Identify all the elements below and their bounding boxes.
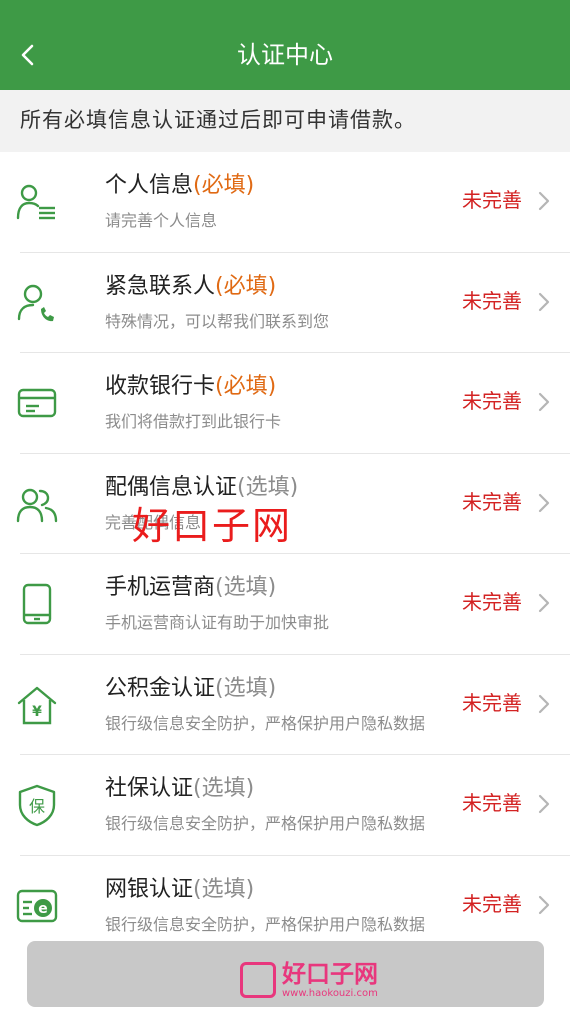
chevron-right-icon	[538, 593, 550, 613]
item-title: 紧急联系人(必填)	[105, 271, 276, 303]
verification-item-emergency[interactable]: 紧急联系人(必填) 特殊情况，可以帮我们联系到您 未完善	[0, 253, 570, 354]
item-status: 未完善	[462, 389, 522, 413]
mobile-phone-icon	[22, 583, 52, 625]
logo-mark-icon	[240, 962, 276, 998]
verification-item-carrier[interactable]: 手机运营商(选填) 手机运营商认证有助于加快审批 未完善	[0, 554, 570, 655]
item-tag: (必填)	[215, 374, 277, 399]
item-title-text: 公积金认证	[105, 675, 216, 701]
item-title: 收款银行卡(必填)	[105, 371, 276, 403]
logo-text: 好口子网	[282, 960, 378, 988]
watermark: 好口子网	[132, 504, 293, 548]
bank-card-icon	[17, 388, 57, 418]
item-title-text: 网银认证	[105, 876, 194, 902]
item-status: 未完善	[462, 288, 522, 313]
item-status: 未完善	[462, 590, 522, 614]
item-status: 未完善	[462, 791, 522, 815]
verification-item-personal[interactable]: 个人信息(必填) 请完善个人信息 未完善	[0, 152, 570, 253]
item-tag: (选填)	[215, 675, 277, 701]
item-subtitle: 特殊情况，可以帮我们联系到您	[105, 311, 330, 331]
chevron-right-icon	[538, 191, 550, 211]
item-title-text: 手机运营商	[105, 575, 216, 600]
item-subtitle: 银行级信息安全防护，严格保护用户隐私数据	[105, 814, 426, 833]
chevron-right-icon	[538, 292, 550, 311]
svg-text:¥: ¥	[32, 704, 42, 720]
chevron-right-icon	[538, 794, 550, 814]
item-subtitle: 手机运营商认证有助于加快审批	[105, 613, 330, 632]
person-phone-icon	[17, 284, 54, 321]
house-yen-icon: ¥	[17, 686, 57, 724]
item-subtitle: 请完善个人信息	[105, 211, 218, 230]
item-tag: (必填)	[215, 273, 277, 299]
item-subtitle: 我们将借款打到此银行卡	[105, 412, 282, 431]
verification-item-social[interactable]: 保 社保认证(选填) 银行级信息安全防护，严格保护用户隐私数据 未完善	[0, 755, 570, 856]
notice-text: 所有必填信息认证通过后即可申请借款。	[20, 108, 416, 132]
ebank-card-icon: e	[16, 889, 58, 922]
item-title-text: 社保认证	[105, 776, 194, 801]
item-status: 未完善	[462, 690, 522, 715]
svg-text:保: 保	[29, 797, 45, 816]
top-bar: 认证中心	[0, 0, 570, 90]
chevron-right-icon	[538, 694, 550, 713]
item-title: 网银认证(选填)	[105, 874, 254, 906]
verification-item-fund[interactable]: ¥ 公积金认证(选填) 银行级信息安全防护，严格保护用户隐私数据 未完善	[0, 655, 570, 756]
notice-banner: 所有必填信息认证通过后即可申请借款。	[0, 90, 570, 152]
site-logo: 好口子网 www.haokouzi.com	[240, 960, 440, 1006]
chevron-right-icon	[538, 392, 550, 412]
logo-url: www.haokouzi.com	[282, 988, 378, 999]
shield-bao-icon: 保	[18, 784, 56, 827]
chevron-right-icon	[538, 493, 550, 512]
item-tag: (必填)	[193, 173, 255, 198]
item-subtitle: 银行级信息安全防护，严格保护用户隐私数据	[105, 713, 426, 733]
item-tag: (选填)	[193, 876, 255, 902]
item-title-text: 收款银行卡	[105, 374, 216, 399]
item-title: 个人信息(必填)	[105, 170, 254, 202]
chevron-right-icon	[538, 895, 550, 914]
svg-text:e: e	[38, 901, 48, 917]
item-status: 未完善	[462, 188, 522, 212]
item-tag: (选填)	[193, 776, 255, 801]
person-lines-icon	[16, 184, 55, 220]
verification-list: 个人信息(必填) 请完善个人信息 未完善 紧急联系人(必填) 特殊情况，可以帮我们联系到…	[0, 152, 570, 956]
item-tag: (选填)	[215, 575, 277, 600]
item-status: 未完善	[462, 489, 522, 514]
page-title: 认证中心	[237, 41, 333, 69]
people-icon	[16, 488, 58, 522]
item-subtitle: 银行级信息安全防护，严格保护用户隐私数据	[105, 914, 426, 934]
item-title: 手机运营商(选填)	[105, 572, 276, 604]
verification-item-bankcard[interactable]: 收款银行卡(必填) 我们将借款打到此银行卡 未完善	[0, 353, 570, 454]
item-title: 社保认证(选填)	[105, 773, 254, 805]
item-title-text: 个人信息	[105, 173, 194, 198]
item-title-text: 紧急联系人	[105, 273, 216, 299]
item-status: 未完善	[462, 891, 522, 916]
item-title: 公积金认证(选填)	[105, 673, 276, 705]
